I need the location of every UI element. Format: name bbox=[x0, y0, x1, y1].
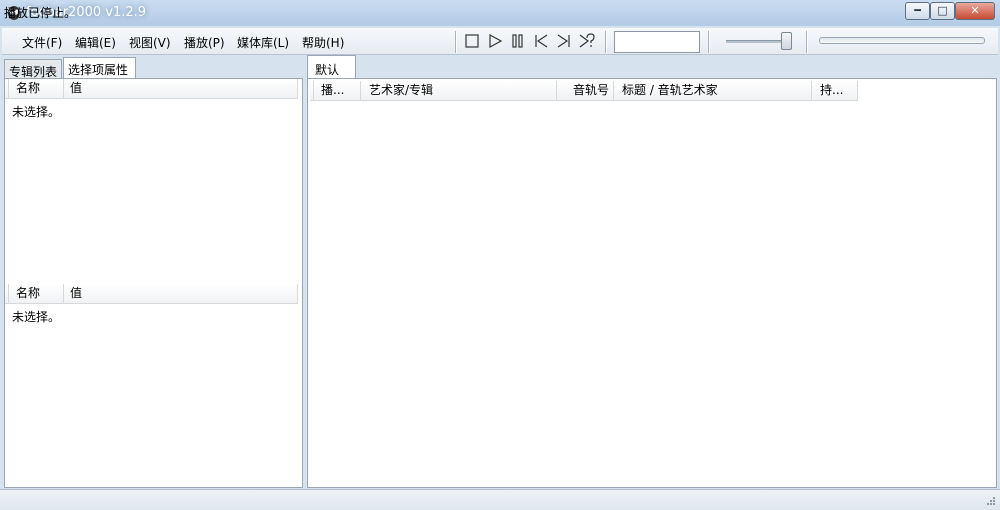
resize-grip-icon[interactable] bbox=[982, 494, 996, 508]
close-button[interactable]: ✕ bbox=[955, 2, 995, 20]
header-grip bbox=[310, 81, 314, 101]
menu-view[interactable]: 视图(V) bbox=[129, 34, 171, 51]
tab-playlist-default[interactable]: 默认 bbox=[307, 55, 356, 79]
seek-bar[interactable] bbox=[819, 37, 985, 44]
toolbar-separator bbox=[806, 31, 808, 53]
random-icon[interactable] bbox=[578, 32, 596, 50]
play-icon[interactable] bbox=[486, 32, 504, 50]
column-playing[interactable]: 播... bbox=[315, 81, 361, 101]
properties-header: 名称 值 bbox=[5, 79, 298, 99]
stop-icon[interactable] bbox=[463, 32, 481, 50]
toolbar-separator bbox=[605, 31, 607, 53]
column-name[interactable]: 名称 bbox=[10, 79, 64, 99]
empty-message: 未选择。 bbox=[12, 105, 61, 119]
column-name[interactable]: 名称 bbox=[10, 284, 64, 304]
menu-help[interactable]: 帮助(H) bbox=[302, 34, 344, 51]
volume-slider-thumb[interactable] bbox=[781, 32, 792, 50]
toolbar-separator bbox=[708, 31, 710, 53]
column-track-no[interactable]: 音轨号 bbox=[557, 81, 614, 101]
column-artist-album[interactable]: 艺术家/专辑 bbox=[361, 81, 557, 101]
column-title-track-artist[interactable]: 标题 / 音轨艺术家 bbox=[614, 81, 812, 101]
empty-message: 未选择。 bbox=[12, 310, 61, 324]
volume-readout-field bbox=[614, 31, 700, 53]
title-bar bbox=[0, 0, 1000, 26]
menu-playback[interactable]: 播放(P) bbox=[184, 34, 225, 51]
header-grip bbox=[5, 79, 9, 99]
menu-library[interactable]: 媒体库(L) bbox=[237, 34, 289, 51]
minimize-button[interactable]: ━ bbox=[905, 2, 930, 20]
menu-file[interactable]: 文件(F) bbox=[22, 34, 62, 51]
playlist-header: 播... 艺术家/专辑 音轨号 标题 / 音轨艺术家 持... bbox=[310, 81, 858, 101]
tab-selection-properties[interactable]: 选择项属性 bbox=[63, 57, 136, 78]
tab-album-list[interactable]: 专辑列表 bbox=[4, 59, 62, 79]
playlist-view[interactable]: 播... 艺术家/专辑 音轨号 标题 / 音轨艺术家 持... bbox=[307, 78, 997, 488]
properties-list-top[interactable]: 名称 值 未选择。 bbox=[5, 79, 302, 283]
properties-list-bottom[interactable]: 名称 值 未选择。 bbox=[5, 284, 302, 487]
next-icon[interactable] bbox=[555, 32, 573, 50]
toolbar-separator bbox=[455, 31, 457, 53]
column-duration[interactable]: 持... bbox=[812, 81, 858, 101]
maximize-button[interactable]: □ bbox=[930, 2, 955, 20]
previous-icon[interactable] bbox=[532, 32, 550, 50]
pause-icon[interactable] bbox=[509, 32, 527, 50]
properties-header: 名称 值 bbox=[5, 284, 298, 304]
column-value[interactable]: 值 bbox=[64, 79, 298, 99]
status-bar bbox=[0, 489, 1000, 510]
menu-edit[interactable]: 编辑(E) bbox=[75, 34, 116, 51]
selection-properties-panel: 名称 值 未选择。 名称 值 未选择。 bbox=[4, 78, 303, 488]
status-text: 播放已停止。 bbox=[4, 6, 77, 20]
column-value[interactable]: 值 bbox=[64, 284, 298, 304]
header-grip bbox=[5, 284, 9, 304]
